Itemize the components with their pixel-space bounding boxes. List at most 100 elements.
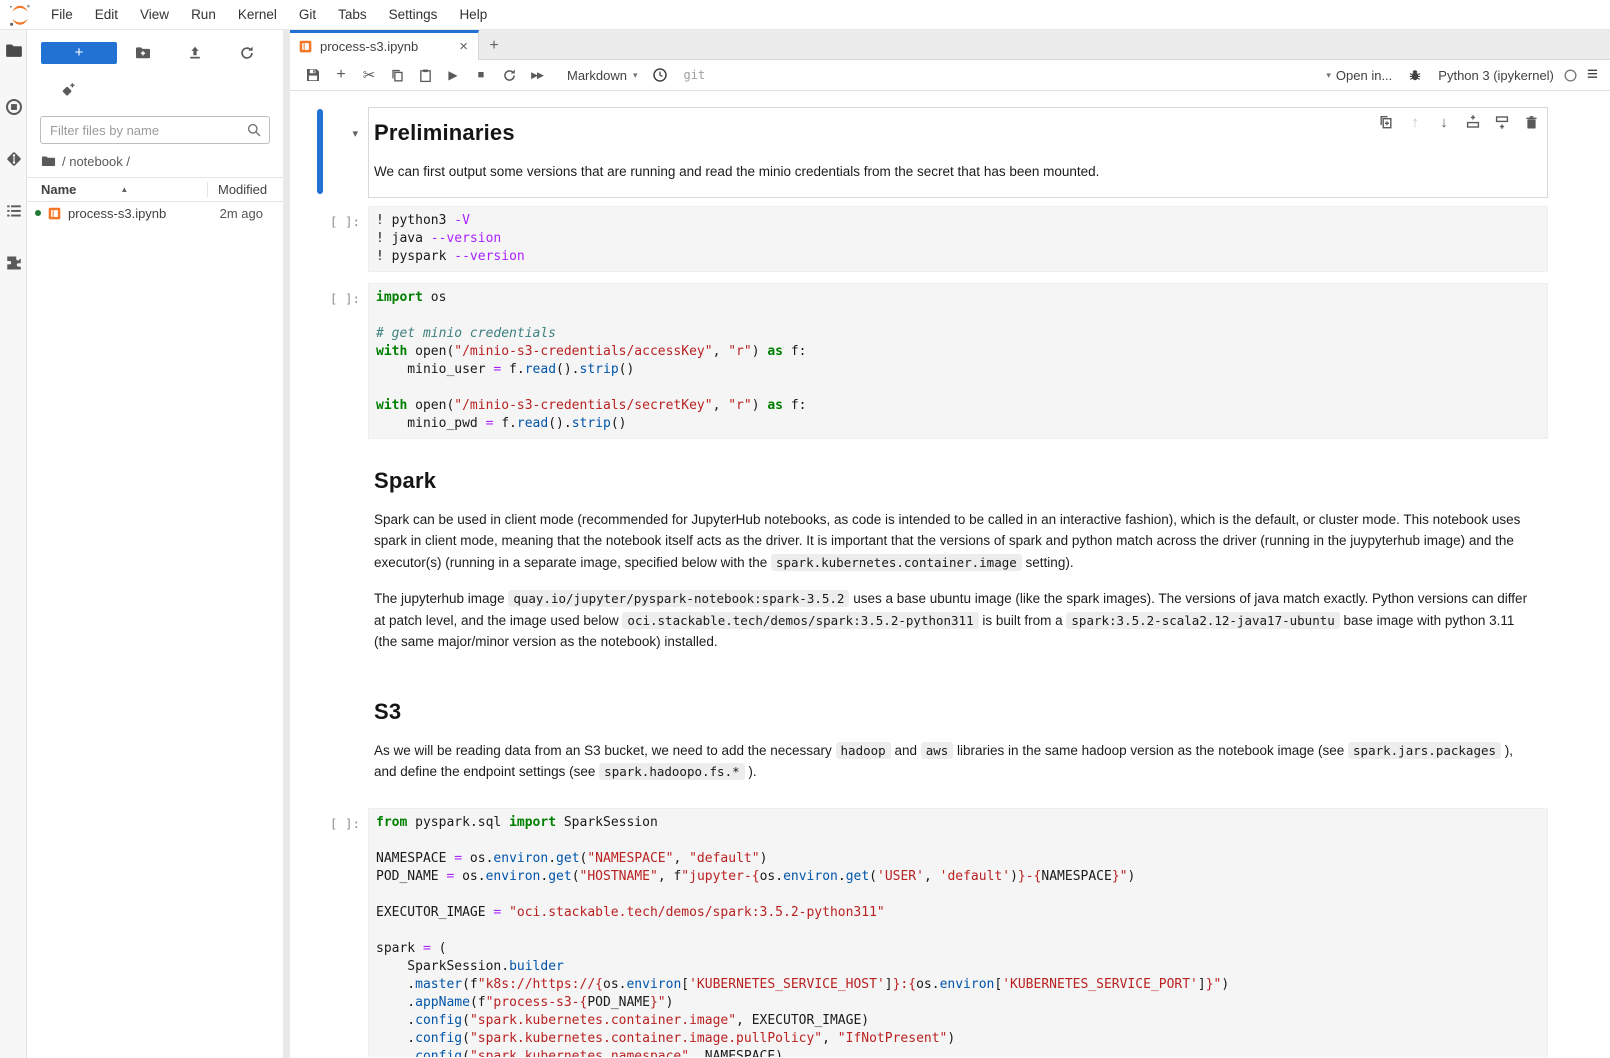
code-line: ! python3 -V — [376, 212, 1540, 230]
file-row[interactable]: process-s3.ipynb2m ago — [27, 202, 283, 224]
new-tab-icon[interactable]: + — [479, 33, 509, 59]
menu-items: FileEditViewRunKernelGitTabsSettingsHelp — [40, 0, 498, 30]
breadcrumb-path[interactable]: / notebook / — [62, 154, 130, 169]
debugger-bug-icon[interactable] — [1401, 63, 1429, 87]
new-folder-icon[interactable] — [117, 45, 169, 61]
markdown-body[interactable]: SparkSpark can be used in client mode (r… — [368, 447, 1548, 670]
heading-collapse-icon[interactable]: ▾ — [352, 127, 358, 140]
notebook-toolbar: + ✂ ▶ ■ ▶▶ Markdown ▾ git ▾ Open in... — [290, 60, 1610, 91]
insert-cell-icon[interactable]: + — [327, 63, 355, 87]
code-line — [376, 307, 1540, 325]
sidebar-splitter[interactable] — [283, 30, 290, 1058]
refresh-file-list-icon[interactable] — [221, 45, 273, 61]
jupyter-logo-icon — [6, 1, 34, 29]
git-status-label: git — [684, 68, 706, 82]
running-sessions-icon[interactable] — [5, 98, 23, 116]
move-cell-down-icon[interactable]: ↓ — [1434, 112, 1454, 132]
markdown-cell[interactable]: S3As we will be reading data from an S3 … — [310, 678, 1548, 800]
menu-item-help[interactable]: Help — [448, 0, 498, 30]
tab-process-s3[interactable]: process-s3.ipynb × — [290, 30, 479, 60]
markdown-cell[interactable]: ▾ ↑↓PreliminariesWe can first output some… — [310, 107, 1548, 198]
menu-item-tabs[interactable]: Tabs — [327, 0, 378, 30]
cell-content: S3As we will be reading data from an S3 … — [368, 678, 1548, 800]
interrupt-kernel-icon[interactable]: ■ — [467, 63, 495, 87]
upload-files-icon[interactable] — [169, 45, 221, 61]
kernel-status-icon[interactable] — [1563, 68, 1578, 83]
inline-code: spark:3.5.2-scala2.12-java17-ubuntu — [1066, 612, 1339, 629]
menu-item-run[interactable]: Run — [180, 0, 227, 30]
code-editor[interactable]: import os # get minio credentialswith op… — [368, 283, 1548, 439]
notebook-file-icon — [298, 39, 313, 54]
menu-item-settings[interactable]: Settings — [378, 0, 449, 30]
markdown-heading: Spark — [374, 468, 1537, 494]
breadcrumb[interactable]: / notebook / — [27, 144, 283, 178]
markdown-body[interactable]: ↑↓PreliminariesWe can first output some … — [368, 107, 1548, 198]
markdown-cell[interactable]: SparkSpark can be used in client mode (r… — [310, 447, 1548, 670]
code-line — [376, 922, 1540, 940]
inline-code: oci.stackable.tech/demos/spark:3.5.2-pyt… — [622, 612, 978, 629]
code-editor[interactable]: from pyspark.sql import SparkSession NAM… — [368, 808, 1548, 1058]
code-editor[interactable]: ! python3 -V! java --version! pyspark --… — [368, 206, 1548, 272]
code-line: minio_user = f.read().strip() — [376, 361, 1540, 379]
insert-cell-above-icon[interactable] — [1463, 112, 1483, 132]
insert-cell-below-icon[interactable] — [1492, 112, 1512, 132]
markdown-body[interactable]: S3As we will be reading data from an S3 … — [368, 678, 1548, 800]
save-icon[interactable] — [299, 63, 327, 87]
close-tab-icon[interactable]: × — [459, 38, 468, 55]
file-name: process-s3.ipynb — [68, 206, 217, 221]
markdown-heading: Preliminaries — [374, 120, 1537, 146]
code-line: ! pyspark --version — [376, 248, 1540, 266]
code-line: with open("/minio-s3-credentials/secretK… — [376, 397, 1540, 415]
copy-cells-icon[interactable] — [383, 63, 411, 87]
table-of-contents-icon[interactable] — [5, 202, 23, 220]
code-cell[interactable]: [ ]:from pyspark.sql import SparkSession… — [310, 808, 1548, 1058]
cell-content: SparkSpark can be used in client mode (r… — [368, 447, 1548, 670]
execution-prompt: [ ]: — [310, 283, 368, 306]
new-launcher-button[interactable]: + — [41, 42, 117, 64]
notebook-cells: ▾ ↑↓PreliminariesWe can first output some… — [310, 107, 1548, 1057]
markdown-heading: S3 — [374, 699, 1537, 725]
menu-item-file[interactable]: File — [40, 0, 84, 30]
filter-files-input[interactable] — [40, 116, 270, 144]
hamburger-menu-icon[interactable]: ≡ — [1587, 64, 1598, 86]
code-cell[interactable]: [ ]:import os # get minio credentialswit… — [310, 283, 1548, 439]
code-line: with open("/minio-s3-credentials/accessK… — [376, 343, 1540, 361]
code-line: SparkSession.builder — [376, 958, 1540, 976]
code-line: spark = ( — [376, 940, 1540, 958]
file-list: process-s3.ipynb2m ago — [27, 202, 283, 224]
code-line: .config("spark.kubernetes.namespace", NA… — [376, 1048, 1540, 1058]
search-icon — [246, 122, 262, 138]
kernel-name[interactable]: Python 3 (ipykernel) — [1438, 68, 1554, 83]
inline-code: spark.jars.packages — [1348, 742, 1501, 759]
column-header-modified[interactable]: Modified — [207, 182, 283, 197]
duplicate-cell-icon[interactable] — [1376, 112, 1396, 132]
breadcrumb-folder-icon[interactable] — [41, 154, 56, 169]
restart-kernel-icon[interactable] — [495, 63, 523, 87]
menu-item-git[interactable]: Git — [288, 0, 327, 30]
paste-cells-icon[interactable] — [411, 63, 439, 87]
open-in-dropdown[interactable]: ▾ Open in... — [1326, 68, 1392, 83]
cell-gutter: [ ]: — [310, 206, 368, 272]
code-cell[interactable]: [ ]:! python3 -V! java --version! pyspar… — [310, 206, 1548, 272]
delete-cell-icon[interactable] — [1521, 112, 1541, 132]
notebook-scroll-area[interactable]: ▾ ↑↓PreliminariesWe can first output some… — [290, 91, 1610, 1057]
extension-manager-icon[interactable] — [5, 254, 23, 272]
git-clone-row — [27, 76, 283, 104]
git-clone-icon[interactable] — [59, 82, 76, 99]
cell-type-dropdown[interactable]: Markdown ▾ — [559, 68, 646, 83]
code-line: ! java --version — [376, 230, 1540, 248]
inline-code: aws — [921, 742, 954, 759]
history-clock-icon[interactable] — [646, 63, 674, 87]
menu-item-kernel[interactable]: Kernel — [227, 0, 288, 30]
main-area: process-s3.ipynb × + + ✂ ▶ ■ ▶▶ Markdown… — [290, 30, 1610, 1058]
cell-gutter — [310, 678, 368, 800]
inline-code: spark.hadoopo.fs.* — [599, 763, 744, 780]
restart-run-all-icon[interactable]: ▶▶ — [523, 63, 551, 87]
run-cell-icon[interactable]: ▶ — [439, 63, 467, 87]
git-panel-icon[interactable] — [5, 150, 23, 168]
cut-cells-icon[interactable]: ✂ — [355, 63, 383, 87]
menu-item-view[interactable]: View — [129, 0, 180, 30]
column-header-name[interactable]: Name ▲ — [27, 182, 207, 197]
file-browser-icon[interactable] — [5, 42, 23, 60]
menu-item-edit[interactable]: Edit — [84, 0, 129, 30]
